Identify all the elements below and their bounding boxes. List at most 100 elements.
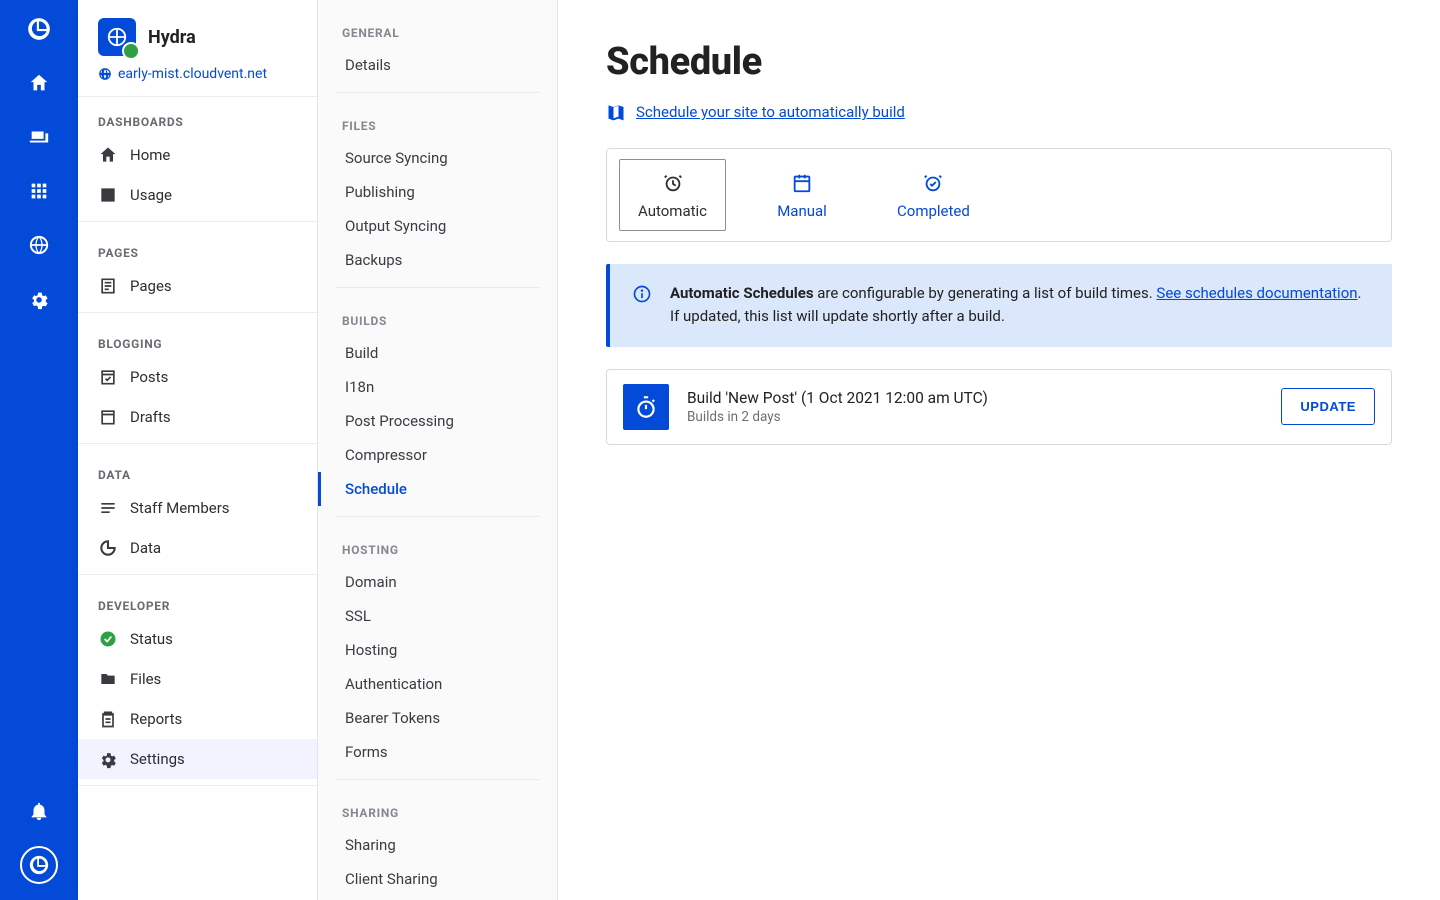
- divider: [78, 443, 317, 444]
- sidebar-item-files[interactable]: Files: [78, 659, 317, 699]
- info-doc-link[interactable]: See schedules documentation: [1156, 284, 1357, 302]
- sidebar-item-label: Posts: [130, 368, 168, 386]
- tabs-card: Automatic Manual Completed: [606, 148, 1392, 242]
- schedule-text: Build 'New Post' (1 Oct 2021 12:00 am UT…: [687, 389, 1263, 425]
- subnav-item-domain[interactable]: Domain: [318, 565, 557, 599]
- subnav-item-ssl[interactable]: SSL: [318, 599, 557, 633]
- sidebar-item-label: Home: [130, 146, 170, 164]
- tab-completed[interactable]: Completed: [878, 159, 989, 231]
- sidebar-item-label: Staff Members: [130, 499, 230, 517]
- globe-icon[interactable]: [26, 232, 52, 258]
- sidebar-item-drafts[interactable]: Drafts: [78, 397, 317, 437]
- sidebar-item-label: Settings: [130, 750, 185, 768]
- tab-automatic[interactable]: Automatic: [619, 159, 726, 231]
- settings-subnav: GENERALDetails FILESSource SyncingPublish…: [318, 0, 558, 900]
- subnav-group-title: HOSTING: [318, 517, 557, 565]
- subnav-item-client-sharing[interactable]: Client Sharing: [318, 862, 557, 896]
- sidebar-item-label: Data: [130, 539, 161, 557]
- subnav-item-bearer-tokens[interactable]: Bearer Tokens: [318, 701, 557, 735]
- subnav-item-i18n[interactable]: I18n: [318, 370, 557, 404]
- gear-icon[interactable]: [26, 286, 52, 312]
- hint-row: Schedule your site to automatically buil…: [606, 102, 1392, 122]
- schedule-subtitle: Builds in 2 days: [687, 409, 1263, 425]
- sidebar-item-pages[interactable]: Pages: [78, 266, 317, 306]
- site-url-row[interactable]: early-mist.cloudvent.net: [98, 66, 297, 82]
- avatar-icon[interactable]: [20, 846, 58, 884]
- info-strong: Automatic Schedules: [670, 284, 814, 302]
- site-title-row: Hydra: [98, 18, 297, 56]
- clipboard-icon: [98, 709, 118, 729]
- sidebar-item-label: Reports: [130, 710, 182, 728]
- home-icon: [98, 145, 118, 165]
- site-logo-icon: [98, 18, 136, 56]
- subnav-item-build[interactable]: Build: [318, 336, 557, 370]
- tab-label: Manual: [777, 202, 827, 220]
- main-content: Schedule Schedule your site to automatic…: [558, 0, 1440, 900]
- calendar-icon: [791, 172, 813, 194]
- site-url-link[interactable]: early-mist.cloudvent.net: [118, 66, 267, 82]
- subnav-group-title: GENERAL: [318, 0, 557, 48]
- hint-link[interactable]: Schedule your site to automatically buil…: [636, 103, 905, 121]
- bar-chart-icon: [98, 185, 118, 205]
- subnav-item-schedule[interactable]: Schedule: [318, 472, 557, 506]
- sidebar: Hydra early-mist.cloudvent.net DASHBOARD…: [78, 0, 318, 900]
- subnav-item-backups[interactable]: Backups: [318, 243, 557, 277]
- globe-small-icon: [98, 67, 112, 81]
- subnav-item-compressor[interactable]: Compressor: [318, 438, 557, 472]
- folder-icon: [98, 669, 118, 689]
- sidebar-item-data[interactable]: Data: [78, 528, 317, 568]
- devices-icon[interactable]: [26, 124, 52, 150]
- alarm-check-icon: [922, 172, 944, 194]
- brand-logo-icon[interactable]: [26, 16, 52, 42]
- subnav-group-title: BUILDS: [318, 288, 557, 336]
- subnav-item-publishing[interactable]: Publishing: [318, 175, 557, 209]
- sidebar-item-label: Pages: [130, 277, 172, 295]
- tab-label: Automatic: [638, 202, 707, 220]
- subnav-item-output-syncing[interactable]: Output Syncing: [318, 209, 557, 243]
- divider: [78, 221, 317, 222]
- subnav-item-details[interactable]: Details: [318, 48, 557, 82]
- rail-bottom: [20, 798, 58, 884]
- divider: [78, 785, 317, 786]
- subnav-group-title: FILES: [318, 93, 557, 141]
- list-icon: [98, 498, 118, 518]
- subnav-group-title: SHARING: [318, 780, 557, 828]
- site-header: Hydra early-mist.cloudvent.net: [78, 0, 317, 97]
- subnav-item-authentication[interactable]: Authentication: [318, 667, 557, 701]
- info-icon: [632, 284, 652, 311]
- sidebar-item-label: Files: [130, 670, 161, 688]
- apps-icon[interactable]: [26, 178, 52, 204]
- alarm-icon: [662, 172, 684, 194]
- calendar-check-icon: [98, 367, 118, 387]
- update-button[interactable]: Update: [1281, 388, 1375, 425]
- sidebar-item-settings[interactable]: Settings: [78, 739, 317, 779]
- calendar-draft-icon: [98, 407, 118, 427]
- sidebar-item-staff-members[interactable]: Staff Members: [78, 488, 317, 528]
- sidebar-item-status[interactable]: Status: [78, 619, 317, 659]
- subnav-item-sharing[interactable]: Sharing: [318, 828, 557, 862]
- sidebar-item-home[interactable]: Home: [78, 135, 317, 175]
- info-banner: Automatic Schedules are configurable by …: [606, 264, 1392, 347]
- sidebar-group-title: DASHBOARDS: [78, 97, 317, 135]
- subnav-item-forms[interactable]: Forms: [318, 735, 557, 769]
- tab-manual[interactable]: Manual: [752, 159, 852, 231]
- sidebar-item-usage[interactable]: Usage: [78, 175, 317, 215]
- bell-icon[interactable]: [26, 798, 52, 824]
- home-icon[interactable]: [26, 70, 52, 96]
- sidebar-item-reports[interactable]: Reports: [78, 699, 317, 739]
- sidebar-item-label: Drafts: [130, 408, 171, 426]
- info-text: Automatic Schedules are configurable by …: [670, 282, 1370, 329]
- rail-top: [26, 16, 52, 312]
- subnav-item-hosting[interactable]: Hosting: [318, 633, 557, 667]
- subnav-item-source-syncing[interactable]: Source Syncing: [318, 141, 557, 175]
- sidebar-group-title: DATA: [78, 450, 317, 488]
- rail: [0, 0, 78, 900]
- sidebar-item-posts[interactable]: Posts: [78, 357, 317, 397]
- info-text-1: are configurable by generating a list of…: [814, 284, 1157, 302]
- page-title: Schedule: [606, 40, 1392, 84]
- divider: [78, 312, 317, 313]
- check-circle-icon: [98, 629, 118, 649]
- stopwatch-icon: [623, 384, 669, 430]
- sidebar-item-label: Status: [130, 630, 173, 648]
- subnav-item-post-processing[interactable]: Post Processing: [318, 404, 557, 438]
